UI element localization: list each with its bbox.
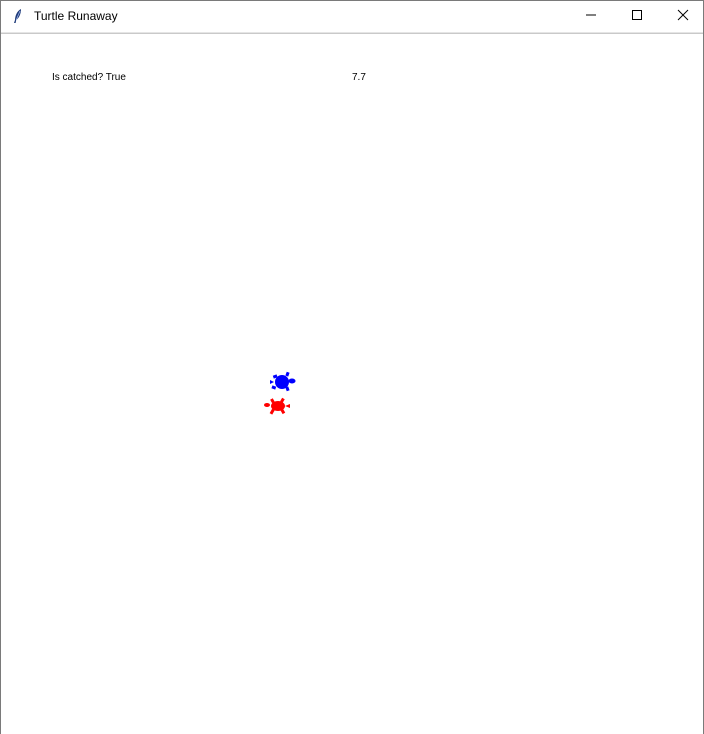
minimize-button[interactable]	[568, 1, 614, 32]
maximize-icon	[631, 8, 643, 26]
close-icon	[677, 8, 689, 26]
catch-status-text: Is catched? True	[52, 72, 126, 83]
window-title: Turtle Runaway	[34, 9, 118, 23]
minimize-icon	[585, 8, 597, 26]
feather-icon	[10, 8, 26, 24]
maximize-button[interactable]	[614, 1, 660, 32]
score-text: 7.7	[352, 72, 366, 83]
turtle-runaway-window: Turtle Runaway Is catched? True 7.7	[0, 0, 704, 734]
runner-turtle	[267, 367, 299, 400]
close-button[interactable]	[660, 1, 704, 32]
turtle-canvas[interactable]: Is catched? True 7.7	[1, 33, 703, 734]
title-bar[interactable]: Turtle Runaway	[1, 1, 703, 33]
